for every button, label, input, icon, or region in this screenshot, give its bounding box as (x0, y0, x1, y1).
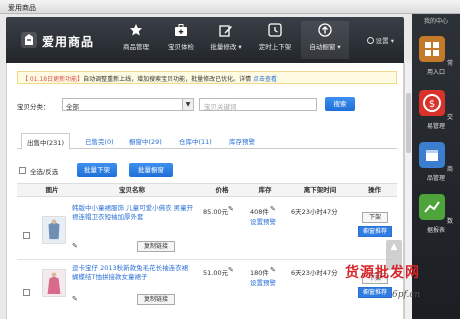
edit-price-icon[interactable]: ✎ (228, 205, 234, 213)
app-toolbar: 爱用商品 商品管理 宝贝体检 批量修改 ▾ 定时上下架 自动橱窗 ▾ 设置 ▾ (6, 17, 404, 63)
batch-window-button[interactable]: 批量橱窗 (129, 163, 173, 177)
set-warning-link[interactable]: 设置预警 (250, 216, 276, 226)
notice-date-tag: 【 01.18日更新功能】 (22, 76, 84, 83)
batch-delist-button[interactable]: 批量下架 (77, 163, 117, 177)
nav-product-manage[interactable]: 商品管理 (116, 21, 156, 59)
header-title: 宝贝名称 (119, 186, 145, 194)
edit-title-icon[interactable]: ✎ (72, 295, 78, 303)
app-logo-icon (21, 32, 37, 48)
dock-product-manage[interactable]: 商品管理 (418, 142, 454, 182)
svg-text:$: $ (429, 99, 435, 110)
header-price: 价格 (215, 186, 229, 194)
price: 51.00元 (203, 269, 229, 277)
search-bar: 宝贝分类： 全部 ▼ 宝贝关键词 搜索 (17, 97, 397, 112)
price: 85.00元 (203, 208, 229, 216)
watermark-text: 货源批发网 (345, 265, 420, 281)
nav-auto-window[interactable]: 自动橱窗 ▾ (301, 21, 349, 59)
notice-text: 自动调整重新上线，增加搜索宝贝功能，批量修改已优化。详情 (83, 76, 252, 83)
copy-link-button[interactable]: 复制链接 (137, 241, 175, 252)
select-all-label: 全选/反选 (30, 168, 59, 176)
tab-sold-out[interactable]: 已售完(0) (85, 136, 114, 146)
select-all-checkbox[interactable] (19, 167, 26, 174)
dock-header: 我的中心 (423, 18, 448, 25)
update-notice: 【 01.18日更新功能】自动调整重新上线，增加搜索宝贝功能，批量修改已优化。详… (17, 71, 397, 84)
app-brand: 爱用商品 (42, 35, 95, 49)
tab-in-window[interactable]: 橱窗中(29) (129, 136, 162, 146)
nav-item-check[interactable]: 宝贝体检 (161, 21, 201, 59)
time-left: 6天23小时47分 (291, 208, 338, 216)
nav-batch-edit[interactable]: 批量修改 ▾ (206, 21, 246, 59)
clock-icon (268, 23, 282, 37)
product-thumbnail[interactable] (42, 269, 66, 297)
copy-link-button[interactable]: 复制链接 (137, 294, 175, 305)
header-time: 离下架时间 (303, 186, 337, 194)
upload-icon (318, 23, 332, 37)
bulk-actions: 全选/反选 批量下架 批量橱窗 (17, 163, 397, 179)
row-checkbox[interactable] (23, 232, 30, 239)
header-stock: 库存 (258, 186, 272, 194)
table-row: 逗卡宝仔 2013秋新款兔毛花长袖连衣裙 蝴蝶结T恤拼接款女童裙子 复制链接 ✎… (17, 261, 397, 319)
notice-link[interactable]: 点击查看 (253, 76, 277, 83)
category-label: 宝贝分类： (17, 103, 50, 111)
money-icon: $ (419, 90, 446, 116)
stock: 180件 (250, 269, 269, 277)
chevron-down-icon: ▼ (182, 99, 193, 110)
tab-stock-warning[interactable]: 库存预警 (229, 136, 255, 146)
stock: 408件 (250, 208, 269, 216)
dock-trade-manage[interactable]: $ 交易管理 (418, 90, 454, 130)
window-recommend-button[interactable]: 橱窗推荐 (358, 226, 392, 237)
category-select[interactable]: 全部 ▼ (62, 98, 194, 111)
tab-on-sale[interactable]: 出售中(231) (21, 133, 70, 150)
medical-bag-icon (175, 24, 187, 36)
product-thumbnail[interactable] (42, 216, 66, 244)
chart-icon (419, 194, 446, 220)
tab-in-warehouse[interactable]: 仓库中(11) (179, 136, 212, 146)
row-checkbox[interactable] (23, 289, 30, 296)
dock-data-report[interactable]: 数据报表 (418, 194, 454, 234)
product-title[interactable]: 逗卡宝仔 2013秋新款兔毛花长袖连衣裙 蝴蝶结T恤拼接款女童裙子 (72, 264, 194, 282)
grid-icon (419, 36, 446, 62)
table-row: 韩版中小童裙服饰 儿童可爱小佛衣 男童开襟连帽卫衣短袖加厚外套 复制链接 ✎ 8… (17, 198, 397, 260)
header-actions: 操作 (368, 186, 381, 194)
scrollbar-thumb[interactable] (406, 93, 411, 153)
dock-common-entry[interactable]: 常用入口 (418, 36, 454, 76)
box-icon (419, 142, 446, 168)
keyword-input[interactable]: 宝贝关键词 (199, 98, 317, 111)
status-tabs: 出售中(231) 已售完(0) 橱窗中(29) 仓库中(11) 库存预警 (17, 133, 397, 150)
window-recommend-button[interactable]: 橱窗推荐 (358, 287, 392, 298)
delist-button[interactable]: 下架 (362, 212, 388, 223)
arrow-up-icon: ▲ (390, 242, 398, 252)
edit-title-icon[interactable]: ✎ (72, 242, 78, 250)
product-title[interactable]: 韩版中小童裙服饰 儿童可爱小佛衣 男童开襟连帽卫衣短袖加厚外套 (72, 204, 194, 222)
search-button[interactable]: 搜索 (325, 97, 355, 111)
edit-price-icon[interactable]: ✎ (228, 266, 234, 274)
time-left: 6天23小时47分 (291, 269, 338, 277)
watermark-url: 6pf.cn (392, 290, 421, 300)
settings-menu[interactable]: 设置 ▾ (366, 35, 394, 45)
gear-icon (366, 37, 374, 44)
nav-timed-shelf[interactable]: 定时上下架 (253, 21, 297, 59)
star-icon (130, 24, 142, 36)
edit-icon (219, 25, 232, 37)
header-image: 图片 (45, 186, 59, 194)
edit-stock-icon[interactable]: ✎ (270, 266, 276, 274)
set-warning-link[interactable]: 设置预警 (250, 277, 276, 287)
window-titlebar: 爱用商品 (0, 0, 460, 14)
window-title: 爱用商品 (8, 4, 36, 12)
edit-stock-icon[interactable]: ✎ (270, 205, 276, 213)
